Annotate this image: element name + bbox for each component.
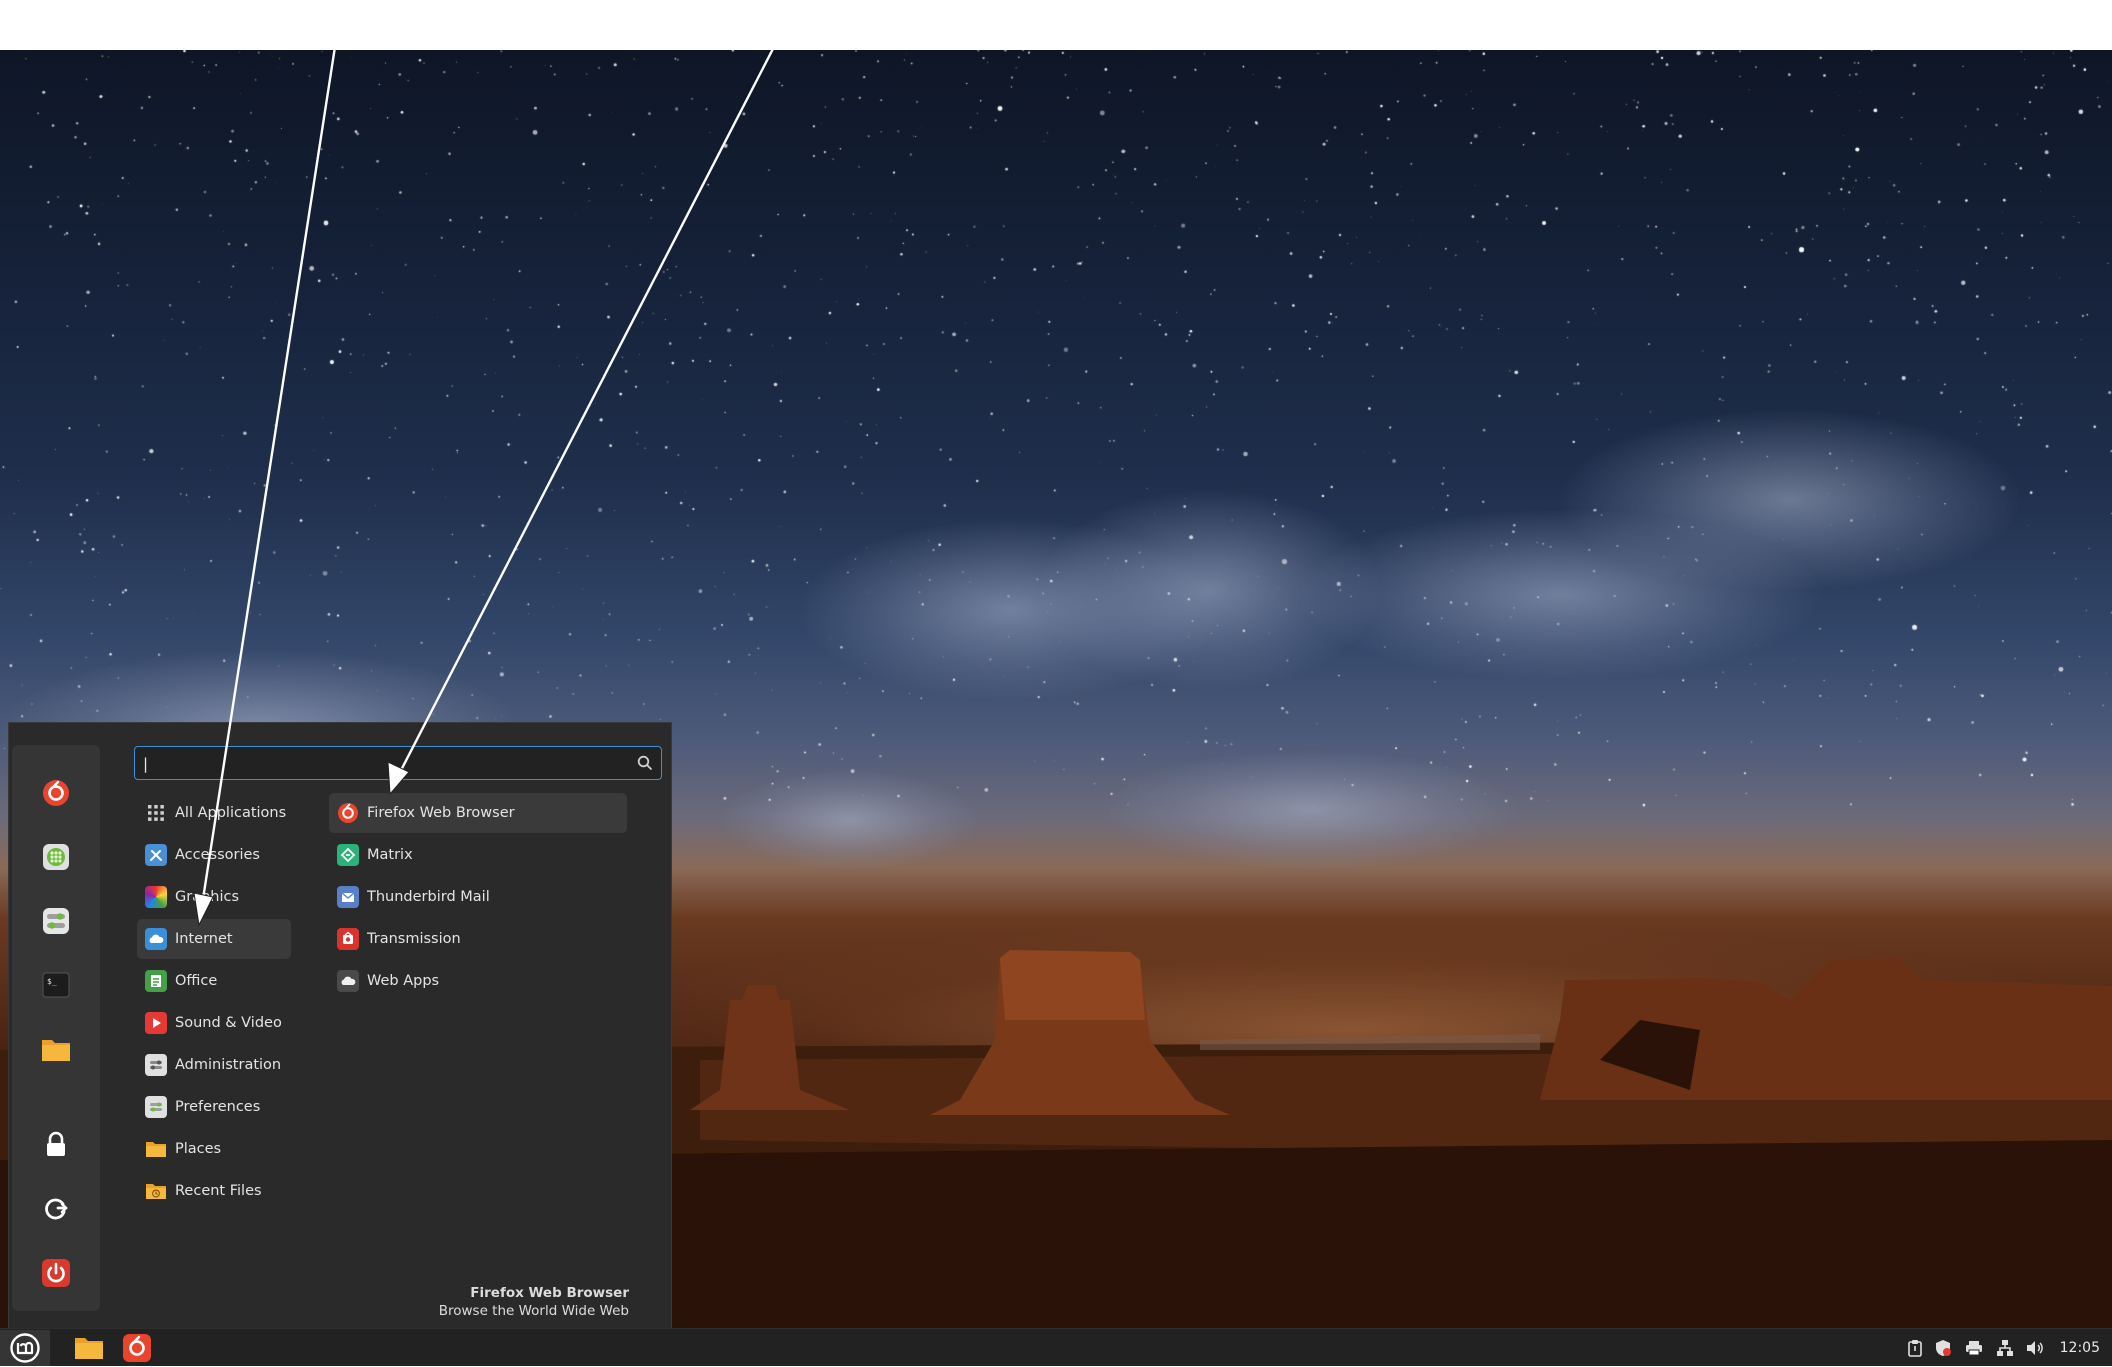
category-recent-files[interactable]: Recent Files [137, 1171, 291, 1211]
app-transmission[interactable]: Transmission [329, 919, 627, 959]
files-icon [75, 1338, 103, 1359]
app-label: Transmission [367, 931, 461, 947]
category-all-applications[interactable]: All Applications [137, 793, 291, 833]
start-menu: $_ | All Applications Accessories Graphi… [8, 722, 672, 1328]
lock-screen-button[interactable] [36, 1125, 76, 1165]
software-manager-icon [43, 844, 69, 870]
search-icon[interactable] [637, 755, 653, 771]
app-description-text: Browse the World Wide Web [438, 1303, 629, 1319]
category-label: Accessories [175, 847, 260, 863]
network-icon [1997, 1340, 2013, 1356]
media-icon [145, 1012, 167, 1034]
favorites-sidebar: $_ [12, 745, 100, 1311]
category-places[interactable]: Places [137, 1129, 291, 1169]
transmission-icon [337, 928, 359, 950]
update-shield-icon [1936, 1340, 1951, 1356]
search-input[interactable] [141, 749, 615, 779]
firefox-icon [337, 802, 359, 824]
settings-icon [43, 908, 69, 934]
category-label: Graphics [175, 889, 240, 905]
category-label: Recent Files [175, 1183, 262, 1199]
app-label: Thunderbird Mail [367, 889, 490, 905]
app-matrix[interactable]: Matrix [329, 835, 627, 875]
favorite-system-settings[interactable] [36, 901, 76, 941]
app-thunderbird-mail[interactable]: Thunderbird Mail [329, 877, 627, 917]
firefox-icon [43, 780, 69, 806]
cloud [1100, 750, 1520, 870]
category-label: Sound & Video [175, 1015, 282, 1031]
grid-icon [145, 802, 167, 824]
cloud [1560, 410, 2020, 590]
folder-icon [145, 1138, 167, 1160]
tray-volume[interactable] [2023, 1329, 2047, 1367]
category-graphics[interactable]: Graphics [137, 877, 291, 917]
cloud [720, 770, 980, 870]
thunderbird-icon [337, 886, 359, 908]
recent-files-icon [145, 1180, 167, 1202]
category-label: Office [175, 973, 218, 989]
favorite-software-manager[interactable] [36, 837, 76, 877]
category-office[interactable]: Office [137, 961, 291, 1001]
taskbar-firefox[interactable] [116, 1330, 158, 1366]
favorite-firefox[interactable] [36, 773, 76, 813]
power-icon [42, 1259, 70, 1287]
taskbar-files[interactable] [68, 1330, 110, 1366]
category-label: Internet [175, 931, 233, 947]
category-administration[interactable]: Administration [137, 1045, 291, 1085]
app-description: Firefox Web Browser Browse the World Wid… [439, 1284, 629, 1320]
clipboard-icon [1908, 1340, 1922, 1357]
office-icon [145, 970, 167, 992]
favorite-terminal[interactable]: $_ [36, 965, 76, 1005]
category-accessories[interactable]: Accessories [137, 835, 291, 875]
preferences-icon [145, 1096, 167, 1118]
category-label: Preferences [175, 1099, 261, 1115]
linux-mint-logo-icon [10, 1333, 40, 1363]
search-box[interactable] [134, 746, 662, 780]
app-firefox-web-browser[interactable]: Firefox Web Browser [329, 793, 627, 833]
tray-printer[interactable] [1962, 1329, 1986, 1367]
printer-icon [1966, 1341, 1982, 1356]
clock[interactable]: 12:05 [2060, 1329, 2100, 1367]
accessories-icon [145, 844, 167, 866]
category-label: Places [175, 1141, 222, 1157]
app-label: Firefox Web Browser [367, 805, 515, 821]
administration-icon [145, 1054, 167, 1076]
category-sound-video[interactable]: Sound & Video [137, 1003, 291, 1043]
category-label: All Applications [175, 805, 287, 821]
category-internet[interactable]: Internet [137, 919, 291, 959]
svg-text:$_: $_ [47, 977, 57, 986]
volume-icon [2027, 1341, 2043, 1355]
app-web-apps[interactable]: Web Apps [329, 961, 627, 1001]
webapps-icon [337, 970, 359, 992]
firefox-icon [123, 1334, 151, 1362]
graphics-icon [145, 886, 167, 908]
terminal-icon: $_ [42, 972, 70, 998]
tray-update-manager[interactable] [1931, 1329, 1955, 1367]
app-label: Matrix [367, 847, 413, 863]
app-description-title: Firefox Web Browser [470, 1285, 629, 1301]
logout-icon [45, 1198, 68, 1220]
tray-clipboard[interactable] [1903, 1329, 1927, 1367]
menu-button[interactable] [0, 1330, 50, 1366]
internet-icon [145, 928, 167, 950]
files-icon [42, 1040, 70, 1061]
app-label: Web Apps [367, 973, 440, 989]
category-preferences[interactable]: Preferences [137, 1087, 291, 1127]
logout-button[interactable] [36, 1189, 76, 1229]
category-label: Administration [175, 1057, 282, 1073]
taskbar: 12:05 [0, 1328, 2112, 1366]
lock-icon [47, 1131, 65, 1156]
matrix-icon [337, 844, 359, 866]
tray-network[interactable] [1993, 1329, 2017, 1367]
favorite-files[interactable] [36, 1029, 76, 1069]
shutdown-button[interactable] [36, 1253, 76, 1293]
